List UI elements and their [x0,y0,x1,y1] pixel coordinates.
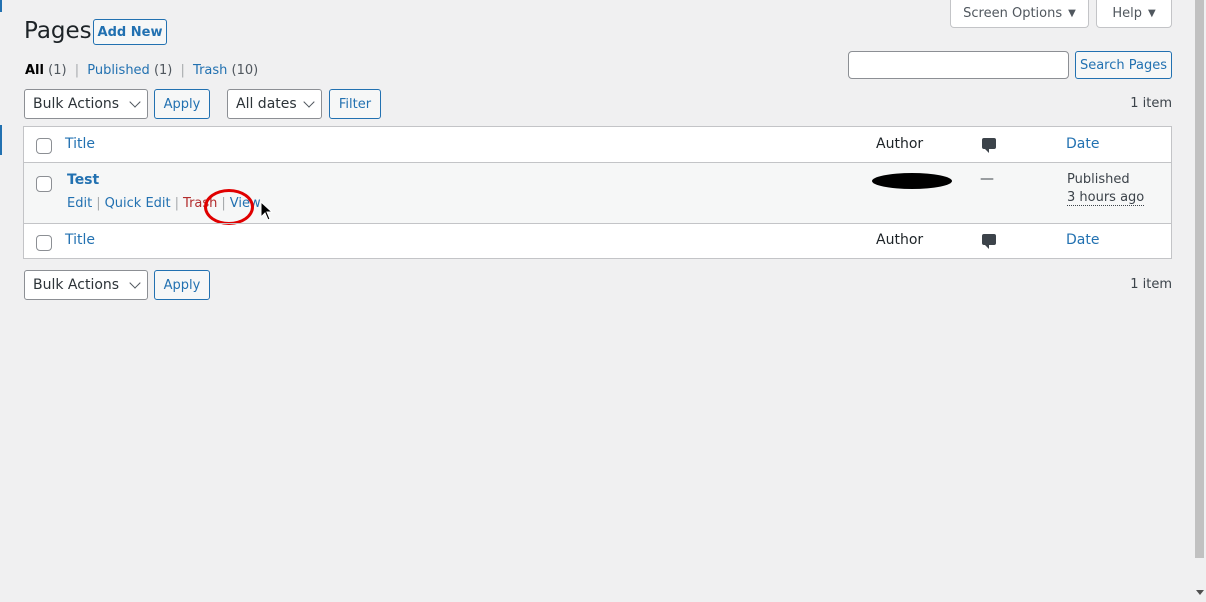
redacted-author [872,173,952,189]
view-all-link[interactable]: All [25,63,44,78]
help-button[interactable]: Help ▼ [1096,0,1172,28]
screen-options-button[interactable]: Screen Options ▼ [950,0,1089,28]
search-input[interactable] [848,51,1069,79]
apply-button-top[interactable]: Apply [154,89,210,119]
select-all-checkbox[interactable] [36,138,52,154]
separator: | [180,63,185,78]
chevron-down-icon [129,277,141,289]
help-label: Help [1112,6,1142,21]
bulk-actions-label: Bulk Actions [33,277,120,293]
separator: | [96,196,101,211]
date-filter-label: All dates [236,96,297,112]
add-new-button[interactable]: Add New [93,19,167,45]
bulk-actions-select-bottom[interactable]: Bulk Actions [24,270,148,300]
page-title: Pages [24,18,92,44]
select-all-checkbox-footer[interactable] [36,235,52,251]
separator: | [174,196,180,211]
date-status: Published [1067,172,1130,187]
column-title-sort[interactable]: Title [65,136,95,152]
caret-down-icon: ▼ [1068,8,1076,19]
vertical-scrollbar[interactable] [1193,0,1206,602]
column-title-sort-footer[interactable]: Title [65,232,95,248]
date-filter-select[interactable]: All dates [227,89,322,119]
item-count-bottom: 1 item [1130,277,1172,292]
view-trash-link[interactable]: Trash [193,63,227,78]
separator: | [74,63,80,78]
view-published-count: (1) [153,63,173,78]
date-relative: 3 hours ago [1067,190,1145,206]
apply-button-bottom[interactable]: Apply [154,270,210,300]
scrollbar-thumb[interactable] [1195,0,1204,558]
row-title-link[interactable]: Test [67,172,99,188]
screen-options-label: Screen Options [963,6,1063,21]
comment-bubble-icon [982,138,996,153]
search-pages-button[interactable]: Search Pages [1075,51,1172,79]
row-checkbox[interactable] [36,176,52,192]
filter-button[interactable]: Filter [329,89,381,119]
column-date-sort-footer[interactable]: Date [1066,232,1099,248]
pages-table: Title Author Date Test Edit | Quick Edit | T… [23,126,1172,259]
column-author-footer: Author [876,232,924,248]
quick-edit-link[interactable]: Quick Edit [105,196,171,211]
table-footer: Title Author Date [24,223,1171,259]
annotation-circle [204,189,254,225]
table-header: Title Author Date [24,127,1171,163]
table-row: Test Edit | Quick Edit | Trash | View — Publis… [24,163,1171,225]
comment-bubble-icon [982,234,996,249]
bulk-actions-label: Bulk Actions [33,96,120,112]
column-author: Author [876,136,924,152]
view-all-count: (1) [48,63,67,78]
view-filters: All (1) | Published (1) | Trash (10) [25,63,258,78]
edit-link[interactable]: Edit [67,196,92,211]
caret-down-icon: ▼ [1147,8,1156,19]
bulk-actions-select-top[interactable]: Bulk Actions [24,89,148,119]
scroll-down-arrow-icon[interactable] [1196,590,1204,595]
column-date-sort[interactable]: Date [1066,136,1099,152]
item-count-top: 1 item [1130,96,1172,111]
chevron-down-icon [129,96,141,108]
chevron-down-icon [303,96,315,108]
admin-menu-edge-mid [0,125,2,155]
view-published-link[interactable]: Published [87,63,150,78]
mouse-cursor-icon [260,201,274,221]
admin-menu-edge-top [0,0,2,12]
view-trash-count: (10) [231,63,259,78]
comment-count: — [980,171,994,187]
